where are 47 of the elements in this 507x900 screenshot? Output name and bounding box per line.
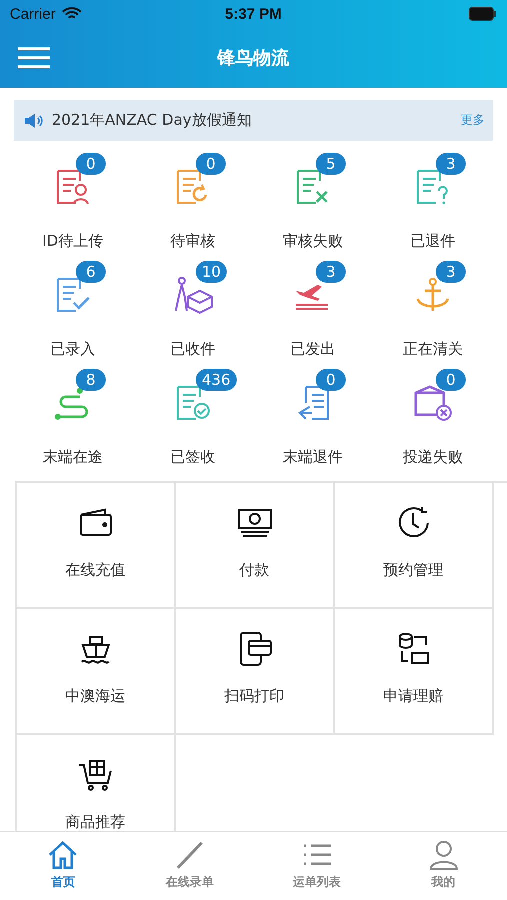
speaker-icon [24,112,44,128]
tab-bar-item[interactable]: 我的 [380,832,507,900]
status-item[interactable]: 0 投递失败 [373,365,493,473]
count-badge: 0 [76,153,106,175]
person-icon [428,840,460,870]
status-item[interactable]: 0 末端退件 [253,365,373,473]
battery-icon [469,7,497,21]
menu-button[interactable] [18,47,50,69]
function-tile[interactable]: 申请理赔 [335,609,494,735]
function-tile[interactable]: 在线充值 [17,483,176,609]
count-badge: 436 [196,369,237,391]
tab-bar-item[interactable]: 在线录单 [126,832,254,900]
tab-bar-item[interactable]: 首页 [0,832,127,900]
count-badge: 5 [316,153,346,175]
count-badge: 3 [316,261,346,283]
count-badge: 8 [76,369,106,391]
status-item[interactable]: 8 末端在途 [13,365,133,473]
notice-bar[interactable]: 2021年ANZAC Day放假通知 更多 [14,100,493,141]
app-title: 锋鸟物流 [218,47,290,70]
status-item[interactable]: 10 已收件 [133,257,253,365]
clock-time: 5:37 PM [225,6,282,22]
count-badge: 0 [436,369,466,391]
wifi-icon [62,7,82,21]
carrier-name: Carrier [10,6,56,22]
function-tile[interactable]: 中澳海运 [17,609,176,735]
status-item[interactable]: 3 已退件 [373,149,493,257]
count-badge: 0 [316,369,346,391]
status-item[interactable]: 6 已录入 [13,257,133,365]
count-badge: 3 [436,261,466,283]
function-tile[interactable]: 扫码打印 [176,609,335,735]
status-item[interactable]: 0 ID待上传 [13,149,133,257]
status-item[interactable]: 0 待审核 [133,149,253,257]
status-item[interactable]: 3 正在清关 [373,257,493,365]
status-item[interactable]: 3 已发出 [253,257,373,365]
function-tile[interactable]: 付款 [176,483,335,609]
count-badge: 3 [436,153,466,175]
count-badge: 10 [196,261,228,283]
notice-text: 2021年ANZAC Day放假通知 [52,111,253,130]
tab-bar-item[interactable]: 运单列表 [254,832,380,900]
status-item[interactable]: 5 审核失败 [253,149,373,257]
menu-icon [18,47,50,69]
function-tile[interactable]: 预约管理 [335,483,494,609]
status-item[interactable]: 436 已签收 [133,365,253,473]
home-icon [47,840,80,870]
count-badge: 6 [76,261,106,283]
count-badge: 0 [196,153,226,175]
gift-cart-icon [78,757,114,793]
